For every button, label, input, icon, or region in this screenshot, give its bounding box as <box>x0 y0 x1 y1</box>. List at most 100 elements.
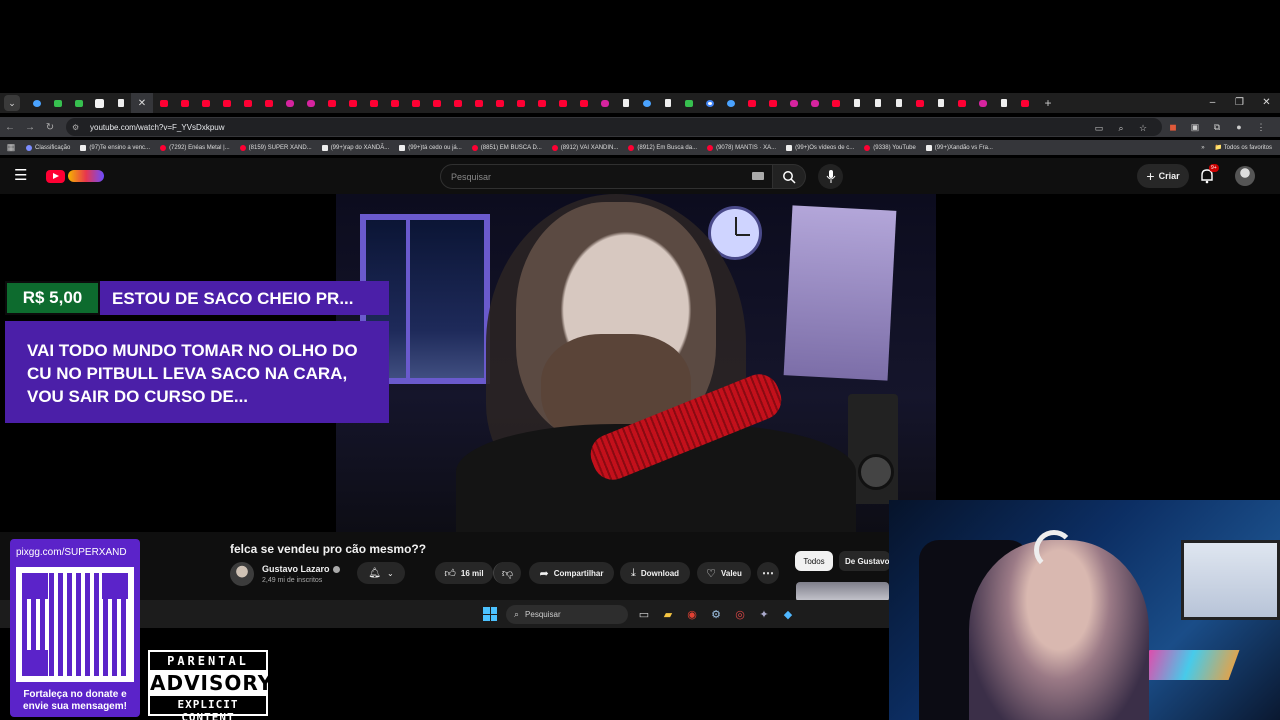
browser-tab[interactable] <box>531 93 552 113</box>
browser-tab[interactable] <box>993 93 1014 113</box>
browser-tab[interactable] <box>762 93 783 113</box>
browser-tab[interactable] <box>552 93 573 113</box>
browser-tab[interactable] <box>279 93 300 113</box>
browser-tab[interactable] <box>783 93 804 113</box>
browser-tab[interactable] <box>930 93 951 113</box>
chevron-more-icon[interactable]: » <box>1201 145 1204 151</box>
browser-tab[interactable] <box>89 93 110 113</box>
maximize-icon[interactable]: ❐ <box>1226 93 1253 113</box>
browser-tab[interactable] <box>951 93 972 113</box>
browser-tab[interactable] <box>342 93 363 113</box>
browser-tab[interactable] <box>216 93 237 113</box>
like-button[interactable]: 👍︎ 16 mil <box>435 562 493 584</box>
filter-chip-all[interactable]: Todos <box>795 551 833 571</box>
video-player[interactable] <box>336 194 936 532</box>
browser-tab[interactable] <box>468 93 489 113</box>
browser-tab[interactable] <box>699 93 720 113</box>
back-icon[interactable]: ← <box>0 122 20 133</box>
browser-tab[interactable] <box>153 93 174 113</box>
install-app-icon[interactable]: ▭ <box>1088 123 1110 134</box>
browser-tab[interactable] <box>510 93 531 113</box>
bookmark-item[interactable]: (9338) YouTube <box>864 144 916 151</box>
browser-tab[interactable] <box>888 93 909 113</box>
browser-tab[interactable] <box>1014 93 1035 113</box>
bookmark-item[interactable]: (99+)tá cedo ou já... <box>399 144 462 151</box>
close-window-icon[interactable]: ✕ <box>1253 93 1280 113</box>
browser-tab[interactable] <box>615 93 636 113</box>
browser-tab[interactable] <box>426 93 447 113</box>
browser-tab[interactable] <box>363 93 384 113</box>
browser-tab[interactable] <box>47 93 68 113</box>
browser-tab[interactable] <box>174 93 195 113</box>
browser-tab[interactable] <box>909 93 930 113</box>
browser-tab[interactable] <box>825 93 846 113</box>
browser-menu-icon[interactable]: ⋮ <box>1250 122 1272 133</box>
browser-tab[interactable] <box>447 93 468 113</box>
browser-tab[interactable] <box>489 93 510 113</box>
bookmark-item[interactable]: (8912) Em Busca da... <box>628 144 697 151</box>
search-button[interactable] <box>773 164 806 189</box>
dislike-button[interactable]: 👎︎ <box>493 562 521 584</box>
task-view-icon[interactable]: ▭ <box>632 605 656 623</box>
browser-tab[interactable] <box>594 93 615 113</box>
windows-start-icon[interactable] <box>483 607 497 621</box>
tab-search-icon[interactable]: ⌄ <box>4 95 20 111</box>
browser-tab[interactable] <box>26 93 47 113</box>
new-tab-button[interactable]: + <box>1039 96 1057 110</box>
bookmark-item[interactable]: (9078) MANTIS · XA... <box>707 144 776 151</box>
browser-tab[interactable] <box>300 93 321 113</box>
browser-tab[interactable] <box>720 93 741 113</box>
account-avatar[interactable] <box>1235 166 1255 186</box>
subscribed-button[interactable]: 🔔︎ ⌄ <box>357 562 405 584</box>
browser-tab[interactable] <box>678 93 699 113</box>
apps-grid-icon[interactable]: ▦ <box>0 142 22 153</box>
recommended-thumbnail[interactable] <box>796 582 889 602</box>
bookmark-item[interactable]: (8159) SUPER XAND... <box>239 144 312 151</box>
browser-tab[interactable] <box>258 93 279 113</box>
bookmark-item[interactable]: (97)Te ensino a venc... <box>80 144 150 151</box>
bookmark-star-icon[interactable]: ☆ <box>1132 123 1154 134</box>
profile-avatar-icon[interactable]: ● <box>1228 122 1250 132</box>
browser-tab[interactable] <box>657 93 678 113</box>
bookmark-item[interactable]: (99+)Os vídeos de c... <box>786 144 854 151</box>
channel-name[interactable]: Gustavo Lazaro <box>262 564 340 574</box>
bookmark-item[interactable]: (8851) EM BUSCA D... <box>471 144 542 151</box>
zoom-icon[interactable]: ⌕ <box>1110 123 1132 134</box>
paint-icon[interactable]: ◆ <box>776 605 800 623</box>
address-bar[interactable]: ⚙ youtube.com/watch?v=F_YVsDxkpuw ▭ ⌕ ☆ <box>66 118 1162 136</box>
forward-icon[interactable]: → <box>20 122 40 133</box>
filter-chip-channel[interactable]: De Gustavo <box>839 551 890 571</box>
extensions-puzzle-icon[interactable]: ⧉ <box>1206 122 1228 133</box>
create-button[interactable]: + Criar <box>1137 164 1189 188</box>
browser-tab[interactable] <box>867 93 888 113</box>
site-info-icon[interactable]: ⚙ <box>72 123 86 132</box>
settings-icon[interactable]: ✦ <box>752 605 776 623</box>
browser-tab[interactable] <box>384 93 405 113</box>
bookmark-item[interactable]: Classificação <box>26 144 70 151</box>
app-icon[interactable]: ◎ <box>728 605 752 623</box>
bookmark-item[interactable]: (8912) VAI XANDIN... <box>551 144 618 151</box>
bookmark-item[interactable]: (99+)rap do XANDÃ... <box>321 144 389 151</box>
browser-tab[interactable] <box>636 93 657 113</box>
browser-tab[interactable] <box>804 93 825 113</box>
minimize-icon[interactable]: – <box>1199 93 1226 113</box>
bookmark-item[interactable]: (99+)Xandão vs Fra... <box>925 144 993 151</box>
chrome-icon[interactable]: ◉ <box>680 605 704 623</box>
browser-tab[interactable] <box>573 93 594 113</box>
taskbar-search[interactable]: ⌕ Pesquisar <box>506 605 628 624</box>
share-button[interactable]: ➦ Compartilhar <box>529 562 614 584</box>
browser-tab[interactable] <box>846 93 867 113</box>
browser-tab[interactable] <box>237 93 258 113</box>
browser-tab[interactable] <box>110 93 131 113</box>
voice-search-button[interactable] <box>818 164 843 189</box>
browser-tab[interactable] <box>972 93 993 113</box>
file-explorer-icon[interactable]: ▰ <box>656 605 680 623</box>
reload-icon[interactable]: ↻ <box>40 122 60 133</box>
keyboard-icon[interactable] <box>752 172 764 180</box>
menu-icon[interactable]: ☰ <box>14 168 27 184</box>
tab-active[interactable]: ✕ <box>131 93 153 113</box>
browser-tab[interactable] <box>195 93 216 113</box>
channel-avatar[interactable] <box>230 562 254 586</box>
notifications-button[interactable]: 9+ <box>1200 164 1219 184</box>
search-input[interactable] <box>441 165 731 188</box>
